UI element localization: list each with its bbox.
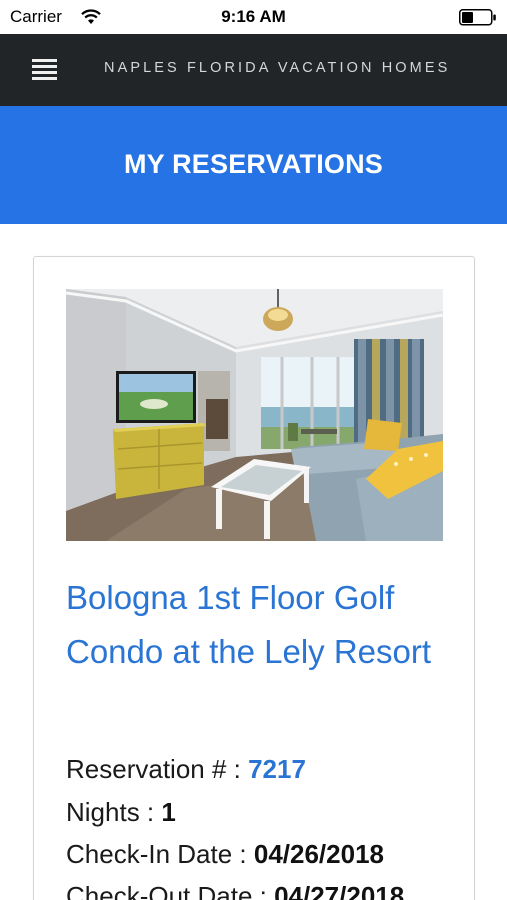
nights-label: Nights : [66, 797, 162, 827]
checkout-date: 04/27/2018 [274, 881, 405, 900]
reservation-card: Bologna 1st Floor Golf Condo at the Lely… [33, 256, 475, 900]
property-name-link[interactable]: Bologna 1st Floor Golf Condo at the Lely… [66, 571, 446, 678]
reservation-number-row: Reservation # : 7217 [66, 754, 306, 785]
status-bar: Carrier 9:16 AM [0, 0, 507, 34]
hamburger-menu-icon [32, 59, 57, 62]
reservation-number-link[interactable]: 7217 [248, 754, 306, 784]
page-title: MY RESERVATIONS [123, 149, 384, 179]
hamburger-line [32, 77, 57, 80]
clock: 9:16 AM [221, 7, 286, 26]
app-header: NAPLES FLORIDA VACATION HOMES [0, 34, 507, 106]
hamburger-line [32, 71, 57, 74]
menu-button[interactable] [22, 56, 66, 86]
page-banner: MY RESERVATIONS [0, 106, 507, 224]
checkin-date: 04/26/2018 [253, 839, 384, 869]
battery-icon [459, 9, 496, 26]
hamburger-line [32, 65, 57, 68]
living-room-photo[interactable] [66, 289, 443, 541]
site-title[interactable]: NAPLES FLORIDA VACATION HOMES [104, 60, 450, 76]
checkin-row: Check-In Date : 04/26/2018 [66, 839, 384, 870]
nights-row: Nights : 1 [66, 797, 176, 828]
checkout-label: Check-Out Date : [66, 881, 275, 900]
checkin-label: Check-In Date : [66, 839, 254, 869]
nights-value: 1 [161, 797, 176, 827]
checkout-row: Check-Out Date : 04/27/2018 [66, 881, 404, 900]
reservation-number-label: Reservation # : [66, 754, 249, 784]
